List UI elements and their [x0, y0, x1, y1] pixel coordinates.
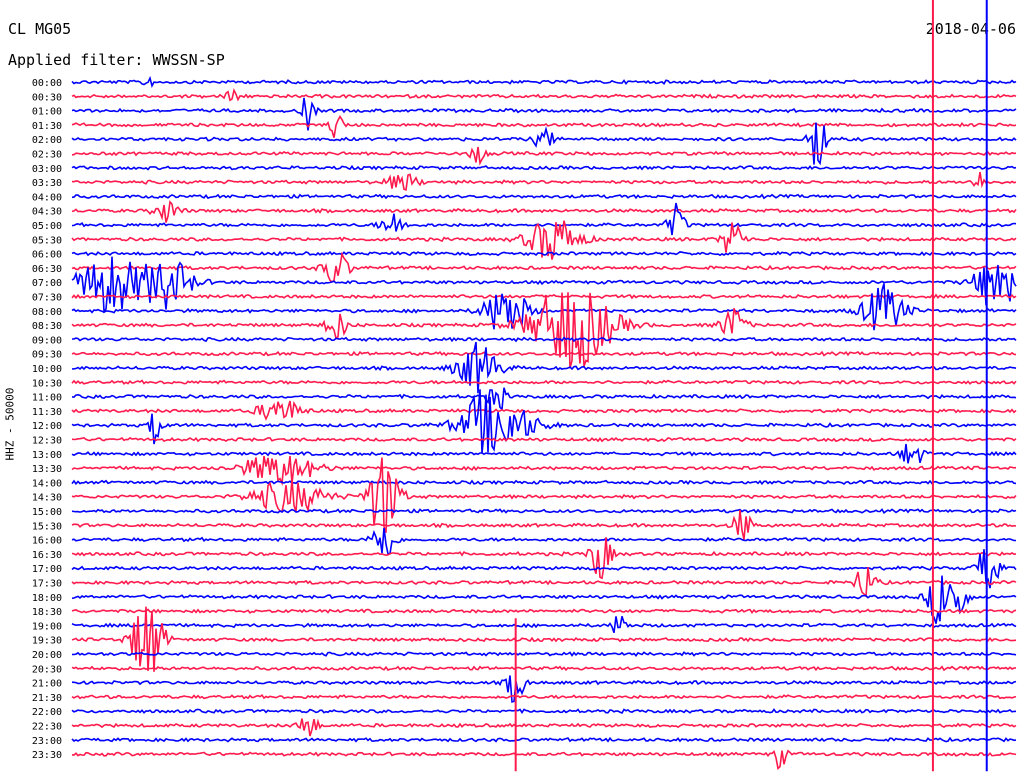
tick-label-43: 21:30	[32, 693, 62, 704]
tick-label-45: 22:30	[32, 722, 62, 733]
tick-label-20: 10:00	[32, 364, 62, 375]
tick-label-3: 01:30	[32, 121, 62, 132]
tick-label-39: 19:30	[32, 636, 62, 647]
tick-label-25: 12:30	[32, 436, 62, 447]
helicorder-plot: 00:00 00:30 01:00 01:30 02:00 02:30 03:00 03:30…	[32, 0, 1017, 772]
trace-row-27	[71, 455, 1017, 487]
tick-label-31: 15:30	[32, 521, 62, 532]
tick-label-26: 13:00	[32, 450, 62, 461]
tick-label-16: 08:00	[32, 307, 62, 318]
trace-row-20	[71, 341, 1017, 394]
tick-label-12: 06:00	[32, 250, 62, 261]
tick-label-5: 02:30	[32, 150, 62, 161]
trace-row-44	[71, 708, 1017, 715]
tick-label-34: 17:00	[32, 564, 62, 575]
tick-label-21: 10:30	[32, 378, 62, 389]
trace-row-5	[71, 146, 1017, 166]
tick-label-46: 23:00	[32, 736, 62, 747]
tick-label-9: 04:30	[32, 207, 62, 218]
tick-label-6: 03:00	[32, 164, 62, 175]
trace-row-33	[71, 537, 1017, 580]
trace-row-9	[71, 200, 1017, 223]
trace-row-4	[71, 122, 1017, 166]
tick-label-13: 06:30	[32, 264, 62, 275]
tick-label-22: 11:00	[32, 393, 62, 404]
trace-row-8	[71, 193, 1017, 200]
trace-row-38	[71, 616, 1017, 634]
tick-label-4: 02:00	[32, 135, 62, 146]
trace-row-21	[71, 379, 1017, 385]
tick-label-35: 17:30	[32, 579, 62, 590]
trace-row-31	[71, 509, 1017, 540]
tick-label-40: 20:00	[32, 650, 62, 661]
trace-row-13	[71, 251, 1017, 283]
trace-row-18	[71, 336, 1017, 343]
tick-label-36: 18:00	[32, 593, 62, 604]
trace-row-45	[71, 718, 1017, 737]
tick-label-15: 07:30	[32, 293, 62, 304]
trace-row-19	[71, 350, 1017, 357]
tick-label-28: 14:00	[32, 478, 62, 489]
trace-row-46	[71, 736, 1017, 743]
trace-row-7	[71, 171, 1017, 191]
tick-label-42: 21:00	[32, 679, 62, 690]
trace-row-12	[71, 250, 1017, 257]
trace-row-35	[71, 567, 1017, 598]
tick-label-33: 16:30	[32, 550, 62, 561]
tick-label-24: 12:00	[32, 421, 62, 432]
trace-row-37	[71, 608, 1017, 614]
trace-row-1	[71, 87, 1017, 102]
tick-label-27: 13:30	[32, 464, 62, 475]
trace-row-47	[71, 749, 1017, 770]
tick-label-8: 04:00	[32, 192, 62, 203]
trace-row-40	[71, 651, 1017, 657]
trace-row-15	[71, 293, 1017, 300]
trace-row-25	[71, 436, 1017, 443]
tick-label-14: 07:00	[32, 278, 62, 289]
tick-label-38: 19:00	[32, 621, 62, 632]
trace-row-24	[71, 389, 1017, 454]
tick-label-2: 01:00	[32, 107, 62, 118]
trace-row-39	[71, 606, 1017, 672]
tick-label-18: 09:00	[32, 335, 62, 346]
trace-row-23	[71, 400, 1017, 421]
tick-label-30: 15:00	[32, 507, 62, 518]
trace-row-30	[71, 508, 1017, 514]
tick-label-11: 05:30	[32, 235, 62, 246]
tick-label-17: 08:30	[32, 321, 62, 332]
trace-row-43	[71, 693, 1017, 700]
tick-label-32: 16:00	[32, 536, 62, 547]
trace-row-32	[71, 527, 1016, 555]
trace-row-6	[71, 164, 1017, 171]
tick-label-7: 03:30	[32, 178, 62, 189]
trace-row-26	[71, 443, 1017, 464]
tick-label-23: 11:30	[32, 407, 62, 418]
trace-row-28	[71, 479, 1017, 486]
trace-row-22	[71, 387, 1017, 412]
tick-label-0: 00:00	[32, 78, 62, 89]
tick-label-41: 20:30	[32, 664, 62, 675]
tick-label-29: 14:30	[32, 493, 62, 504]
trace-row-0	[71, 75, 1017, 88]
tick-label-19: 09:30	[32, 350, 62, 361]
tick-label-47: 23:30	[32, 750, 62, 761]
tick-label-44: 22:00	[32, 707, 62, 718]
tick-label-1: 00:30	[32, 92, 62, 103]
trace-row-41	[71, 665, 1017, 672]
tick-label-37: 18:30	[32, 607, 62, 618]
tick-label-10: 05:00	[32, 221, 62, 232]
